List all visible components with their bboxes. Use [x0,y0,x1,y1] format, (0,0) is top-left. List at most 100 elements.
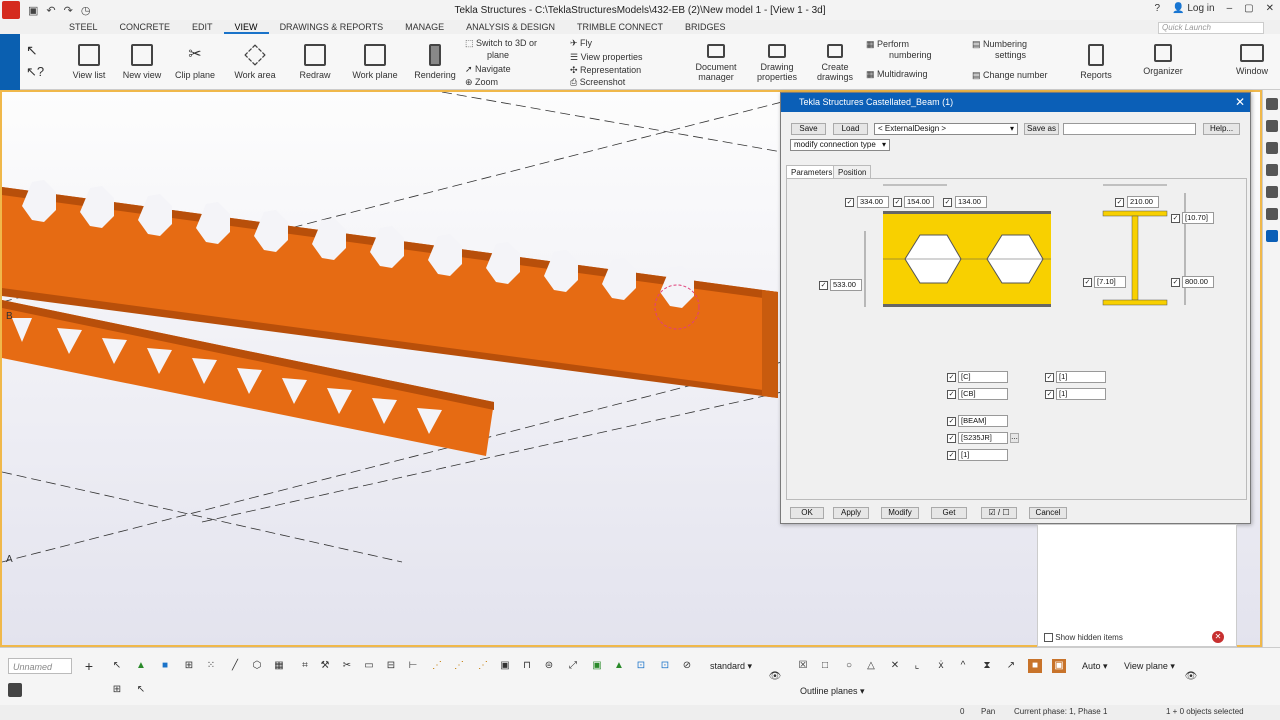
dialog-close-icon[interactable]: ✕ [1235,93,1245,112]
name-checkbox[interactable]: ✓ [947,417,956,426]
pointer-icon[interactable]: ↖ [134,683,148,697]
assembly-number-checkbox[interactable]: ✓ [1045,390,1054,399]
dim-800-checkbox[interactable]: ✓ [1171,278,1180,287]
select-bolts-icon[interactable]: ▦ [272,659,286,673]
material-browse-button[interactable]: ... [1010,433,1019,443]
get-button[interactable]: Get [931,507,967,519]
snap-center-icon[interactable]: ⋰ [476,659,490,673]
select-arrow-tool-icon[interactable]: ↖ [110,659,124,673]
snap-perpendicular-icon[interactable]: ⊜ [542,659,556,673]
material-checkbox[interactable]: ✓ [947,434,956,443]
select-grid-icon[interactable]: ⊞ [182,659,196,673]
prefix-field[interactable]: [C] [958,371,1008,383]
save-icon[interactable]: ▣ [28,4,38,17]
new-view-button[interactable]: New view [120,44,164,80]
toggle-all-button[interactable]: ☑ / ☐ [981,507,1017,519]
create-drawings-button[interactable]: Create drawings [812,44,858,82]
draw-cross-box-icon[interactable]: ☒ [796,659,810,673]
work-area-button[interactable]: Work area [232,44,278,80]
multidrawing-button[interactable]: ▦ Multidrawing [866,69,928,80]
design-select[interactable]: < ExternalDesign > [874,123,1018,135]
visibility-eye-icon-2[interactable]: 👁 [1184,670,1198,684]
window-button[interactable]: Window [1232,44,1272,76]
representation-button[interactable]: ✣ Representation [570,65,641,76]
dim-134-checkbox[interactable]: ✓ [943,198,952,207]
cloud-icon[interactable] [1265,164,1278,176]
tab-position[interactable]: Position [833,165,872,178]
dim-334-checkbox[interactable]: ✓ [845,198,854,207]
snap-nearest-icon[interactable]: ⊘ [680,659,694,673]
save-as-button[interactable]: Save as [1024,123,1059,135]
show-hidden-items[interactable]: Show hidden items [1044,633,1123,643]
pattern-icon[interactable]: ⊞ [110,683,124,697]
snap-grid-icon[interactable]: ⊡ [634,659,648,673]
redraw-button[interactable]: Redraw [295,44,335,80]
clear-icon[interactable]: ✕ [1212,631,1224,643]
dim-154-checkbox[interactable]: ✓ [893,198,902,207]
snap-any-icon[interactable]: ⊡ [658,659,672,673]
zoom-button[interactable]: ⊕ Zoom [465,77,498,88]
cancel-button[interactable]: Cancel [1029,507,1067,519]
name-field[interactable]: [BEAM] [958,415,1008,427]
tab-view[interactable]: VIEW [223,20,269,34]
select-plane-icon[interactable]: ⊟ [384,659,398,673]
select-arrow-icon[interactable]: ↖ [26,42,38,59]
view-plane-select[interactable]: View plane ▾ [1120,658,1178,674]
tab-concrete[interactable]: CONCRETE [109,20,182,34]
change-number-button[interactable]: ▤ Change number [972,70,1048,81]
select-points-icon[interactable]: ⁙ [204,659,218,673]
select-cut-icon[interactable]: ✂ [340,659,354,673]
tab-parameters[interactable]: Parameters [786,165,838,178]
prefix-checkbox[interactable]: ✓ [947,373,956,382]
visibility-eye-icon[interactable]: 👁 [768,670,782,684]
settings-icon[interactable] [1265,186,1278,198]
tab-drawings-reports[interactable]: DRAWINGS & REPORTS [269,20,395,34]
finish-checkbox[interactable]: ✓ [947,451,956,460]
select-cuts-icon[interactable]: ⚒ [318,659,332,673]
redo-icon[interactable]: ↷ [64,4,73,17]
dim-web-field[interactable]: [7.10] [1094,276,1126,288]
dim-web-checkbox[interactable]: ✓ [1083,278,1092,287]
draw-triangle-icon[interactable]: △ [864,659,878,673]
auto-select[interactable]: Auto ▾ [1078,658,1116,674]
drawing-properties-button[interactable]: Drawing properties [752,44,802,82]
undo-icon[interactable]: ↶ [46,4,55,17]
tab-trimble-connect[interactable]: TRIMBLE CONNECT [566,20,674,34]
snap-geometry-icon[interactable]: ▲ [612,659,626,673]
dim-800-field[interactable]: 800.00 [1182,276,1214,288]
connection-type-select[interactable]: modify connection type [790,139,890,151]
dim-210-checkbox[interactable]: ✓ [1115,198,1124,207]
snap-points-icon[interactable]: ⋰ [430,659,444,673]
draw-circle-icon[interactable]: ○ [842,659,856,673]
snap-line-icon[interactable]: ⤢ [566,659,580,673]
close-icon[interactable]: ✕ [1266,3,1274,14]
switch-3d-button[interactable]: ⬚ Switch to 3D or [465,38,537,49]
draw-corner-icon[interactable]: ⌞ [910,659,924,673]
snap-plane-select[interactable]: standard ▾ [706,658,758,674]
history-icon[interactable]: ◷ [81,4,91,17]
outline-planes-select[interactable]: Outline planes ▾ [796,683,868,699]
save-as-name-input[interactable] [1063,123,1196,135]
delete-icon[interactable] [8,683,22,697]
document-manager-button[interactable]: Document manager [690,44,742,82]
login-link[interactable]: 👤 Log in [1172,3,1214,14]
help-button[interactable]: Help... [1203,123,1240,135]
tab-analysis-design[interactable]: ANALYSIS & DESIGN [455,20,566,34]
quick-launch-input[interactable]: Quick Launch [1158,22,1264,34]
assembly-number-field[interactable]: [1] [1056,388,1106,400]
side-menu-button[interactable] [0,34,20,90]
view-properties-button[interactable]: ☰ View properties [570,52,642,63]
rendering-button[interactable]: Rendering [412,44,458,80]
select-line-icon[interactable]: ╱ [228,659,242,673]
select-welds-icon[interactable]: ⌗ [298,659,312,673]
draw-cross-icon[interactable]: ✕ [888,659,902,673]
dim-210-field[interactable]: 210.00 [1127,196,1159,208]
fly-button[interactable]: ✈ Fly [570,38,592,49]
maximize-icon[interactable]: ▢ [1244,3,1253,14]
draw-hourglass-icon[interactable]: ⧗ [980,659,994,673]
organizer-button[interactable]: Organizer [1140,44,1186,76]
minimize-icon[interactable]: – [1227,3,1233,14]
navigate-button[interactable]: ➚ Navigate [465,64,511,75]
snap-intersection-icon[interactable]: ⊓ [520,659,534,673]
dim-154-field[interactable]: 154.00 [904,196,934,208]
